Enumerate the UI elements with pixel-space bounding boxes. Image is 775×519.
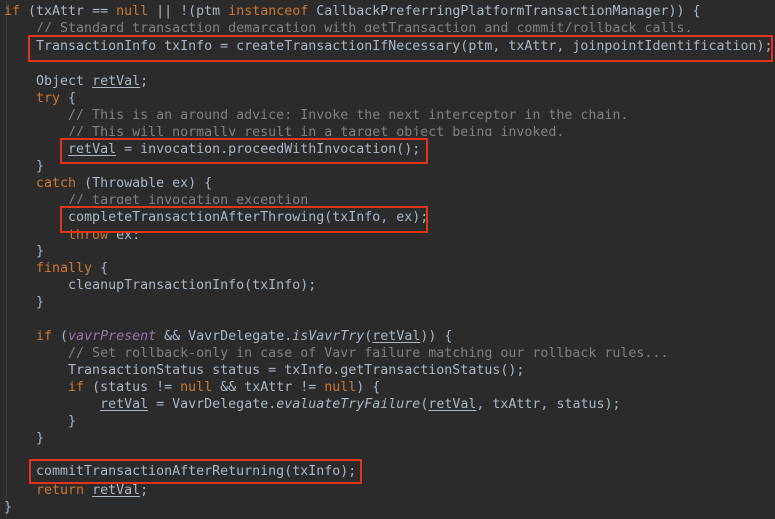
variable-retval: retVal <box>92 483 141 498</box>
code-line-24: } <box>4 430 44 447</box>
keyword-catch: catch <box>4 176 77 191</box>
code-text: ; <box>140 74 149 89</box>
comment-text: // This will normally result in a target… <box>4 125 565 136</box>
code-text: (status != <box>84 380 181 395</box>
code-text: (txAttr == <box>20 4 117 19</box>
code-text: TransactionInfo txInfo = createTransacti… <box>4 39 773 54</box>
keyword-if: if <box>4 4 21 19</box>
code-text: } <box>4 500 13 515</box>
code-text: ( <box>52 329 69 344</box>
keyword-try: try <box>4 91 61 106</box>
keyword-if: if <box>4 329 53 344</box>
code-text: Object <box>4 74 93 89</box>
code-text: = VavrDelegate. <box>148 397 277 412</box>
code-text: } <box>4 244 45 259</box>
keyword-null: null <box>180 380 213 395</box>
variable-retval: retVal <box>92 74 141 89</box>
code-line-16: cleanupTransactionInfo(txInfo); <box>4 277 316 294</box>
code-line-10: catch (Throwable ex) { <box>4 175 212 192</box>
keyword-instanceof: instanceof <box>228 4 309 19</box>
code-text: } <box>4 295 45 310</box>
code-line-4: Object retVal; <box>4 73 148 90</box>
code-line-15: finally { <box>4 260 108 277</box>
code-text: && VavrDelegate. <box>156 329 293 344</box>
code-editor[interactable]: if (txAttr == null || !(ptm instanceof C… <box>0 0 775 519</box>
code-line-5: try { <box>4 90 76 107</box>
variable-retval: retVal <box>428 397 477 412</box>
code-text: } <box>4 159 45 174</box>
code-line-11-comment: // target invocation exception <box>4 192 308 204</box>
code-text: } <box>4 431 45 446</box>
variable-retval: retVal <box>100 397 149 412</box>
comment-text: // target invocation exception <box>4 193 309 204</box>
keyword-throw: throw <box>4 228 109 239</box>
code-line-8: retVal = invocation.proceedWithInvocatio… <box>4 141 420 158</box>
keyword-return: return <box>4 483 85 498</box>
code-line-21: if (status != null && txAttr != null) { <box>4 379 380 396</box>
comment-text: // Set rollback-only in case of Vavr fai… <box>4 346 669 361</box>
code-text: { <box>92 261 109 276</box>
code-line-25: commitTransactionAfterReturning(txInfo); <box>4 463 356 480</box>
comment-text: // This is an around advice: Invoke the … <box>4 108 629 123</box>
variable-retval: retVal <box>372 329 421 344</box>
code-line-26: return retVal; <box>4 482 148 499</box>
code-text: commitTransactionAfterReturning(txInfo); <box>4 464 357 479</box>
code-text: } <box>4 414 77 429</box>
code-text: { <box>60 91 77 106</box>
code-text: ) { <box>356 380 381 395</box>
code-text: TransactionStatus status = txInfo.getTra… <box>4 363 525 378</box>
code-text: completeTransactionAfterThrowing(txInfo,… <box>4 210 429 225</box>
code-line-13: throw ex; <box>4 227 140 239</box>
code-line-22: retVal = VavrDelegate.evaluateTryFailure… <box>4 396 621 413</box>
code-line-1: if (txAttr == null || !(ptm instanceof C… <box>4 3 701 20</box>
code-text: CallbackPreferringPlatformTransactionMan… <box>308 4 701 19</box>
code-text: , txAttr, status); <box>476 397 621 412</box>
code-line-18: if (vavrPresent && VavrDelegate.isVavrTr… <box>4 328 452 345</box>
static-method-evaluatetryfailure: evaluateTryFailure <box>276 397 421 412</box>
code-text: ; <box>140 483 149 498</box>
code-line-12: completeTransactionAfterThrowing(txInfo,… <box>4 209 428 226</box>
code-text: cleanupTransactionInfo(txInfo); <box>4 278 317 293</box>
comment-text: // Standard transaction demarcation with… <box>4 21 693 32</box>
code-text: )) { <box>420 329 453 344</box>
variable-retval: retVal <box>68 142 117 157</box>
code-text: || !(ptm <box>148 4 229 19</box>
code-line-23: } <box>4 413 76 430</box>
code-line-20: TransactionStatus status = txInfo.getTra… <box>4 362 524 379</box>
keyword-finally: finally <box>4 261 93 276</box>
code-line-6-comment: // This is an around advice: Invoke the … <box>4 107 628 124</box>
code-text: && txAttr != <box>212 380 325 395</box>
static-field-vavrpresent: vavrPresent <box>68 329 157 344</box>
code-line-27: } <box>4 499 12 516</box>
keyword-null: null <box>324 380 357 395</box>
code-line-17: } <box>4 294 44 311</box>
keyword-if: if <box>4 380 85 395</box>
code-text: = invocation.proceedWithInvocation(); <box>116 142 421 157</box>
code-line-14: } <box>4 243 44 260</box>
static-method-isvavrtry: isVavrTry <box>292 329 365 344</box>
keyword-null: null <box>116 4 149 19</box>
code-line-3: TransactionInfo txInfo = createTransacti… <box>4 38 773 55</box>
code-line-7-comment: // This will normally result in a target… <box>4 124 564 136</box>
code-line-19-comment: // Set rollback-only in case of Vavr fai… <box>4 345 668 362</box>
code-line-2-comment: // Standard transaction demarcation with… <box>4 20 692 32</box>
code-text: (Throwable ex) { <box>76 176 213 191</box>
code-line-9: } <box>4 158 44 175</box>
code-text: ex; <box>108 228 141 239</box>
